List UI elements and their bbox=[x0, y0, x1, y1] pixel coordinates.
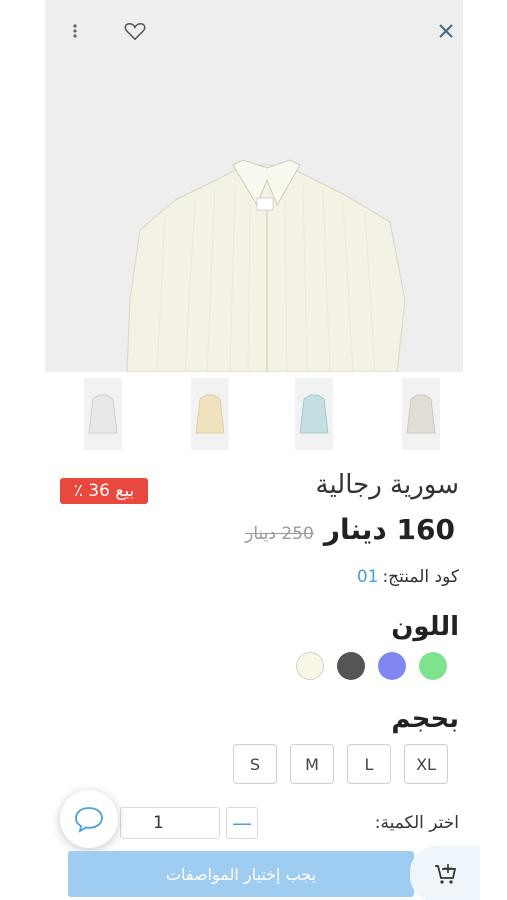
select-specs-button[interactable]: يجب إختيار المواصفات bbox=[68, 851, 414, 897]
price-row: 160 دينار 250 دينار bbox=[245, 513, 455, 546]
thumbnail-blue-stripe[interactable] bbox=[295, 378, 333, 450]
product-title: سورية رجالية bbox=[315, 470, 459, 500]
current-price: 160 دينار bbox=[323, 513, 455, 546]
quantity-label: اختر الكمية: bbox=[374, 813, 459, 833]
product-code-label: كود المنتج: bbox=[382, 567, 459, 587]
product-hero-image bbox=[45, 0, 463, 372]
size-section-label: بحجم bbox=[391, 704, 459, 734]
color-swatch-purple[interactable] bbox=[378, 652, 406, 680]
cart-add-icon bbox=[435, 864, 457, 884]
thumbnail-strip bbox=[45, 378, 463, 452]
size-option-m[interactable]: M bbox=[290, 744, 334, 784]
size-option-l[interactable]: L bbox=[347, 744, 391, 784]
add-to-cart-button[interactable] bbox=[410, 846, 480, 900]
color-swatch-green[interactable] bbox=[419, 652, 447, 680]
product-code-value: 01 bbox=[356, 567, 379, 587]
more-vertical-icon[interactable] bbox=[62, 18, 88, 44]
sale-badge: بيع 36 ٪ bbox=[60, 478, 148, 504]
size-option-s[interactable]: S bbox=[233, 744, 277, 784]
thumbnail-beige[interactable] bbox=[191, 378, 229, 450]
color-swatch-cream[interactable] bbox=[296, 652, 324, 680]
product-code: كود المنتج: 01 bbox=[357, 567, 459, 587]
quantity-decrease-button[interactable]: — bbox=[226, 807, 258, 839]
size-option-xl[interactable]: XL bbox=[404, 744, 448, 784]
thumbnail-white-stripe[interactable] bbox=[84, 378, 122, 450]
chat-button[interactable] bbox=[60, 790, 118, 848]
original-price: 250 دينار bbox=[245, 524, 314, 544]
color-section-label: اللون bbox=[391, 612, 459, 642]
quantity-input[interactable]: 1 bbox=[120, 807, 220, 839]
color-swatch-dark-gray[interactable] bbox=[337, 652, 365, 680]
thumbnail-light-gray[interactable] bbox=[402, 378, 440, 450]
close-icon[interactable] bbox=[433, 18, 459, 44]
heart-icon[interactable] bbox=[122, 18, 148, 44]
shirt-image bbox=[126, 159, 406, 372]
chat-bubble-icon bbox=[75, 807, 103, 833]
